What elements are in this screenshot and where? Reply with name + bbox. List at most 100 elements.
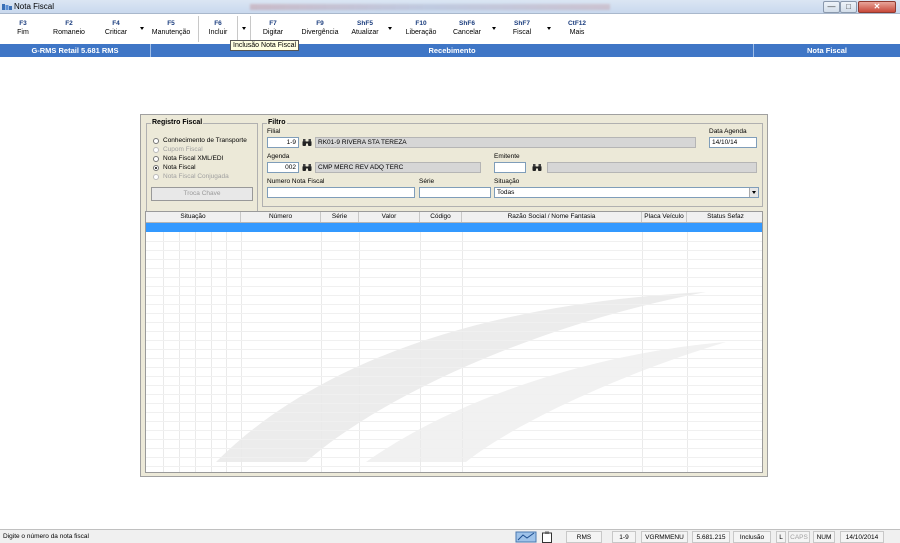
toolbar-button-manutencao[interactable]: F5 Manutenção [148, 19, 194, 38]
radio-cupom-fiscal[interactable]: Cupom Fiscal [153, 146, 203, 153]
column-header-numero[interactable]: Número [241, 212, 321, 222]
toolbar-button-liberacao[interactable]: F10 Liberação [402, 19, 440, 38]
radio-nota-fiscal-xml-edi[interactable]: Nota Fiscal XML/EDI [153, 155, 223, 162]
troca-chave-button[interactable]: Troca Chave [151, 187, 253, 201]
toolbar-button-digitar[interactable]: F7 Digitar [258, 19, 288, 38]
column-header-valor[interactable]: Valor [359, 212, 420, 222]
key-label: F10 [415, 20, 427, 27]
situacao-label: Situação [494, 178, 520, 185]
numero-nota-fiscal-label: Numero Nota Fiscal [267, 178, 325, 185]
data-agenda-label: Data Agenda [709, 128, 747, 135]
button-label: Criticar [104, 29, 128, 36]
agenda-code-input[interactable]: 002 [267, 162, 299, 173]
toolbar-button-romaneio[interactable]: F2 Romaneio [48, 19, 90, 38]
button-label: Fim [17, 29, 29, 36]
nota-fiscal-panel: Registro Fiscal Conhecimento de Transpor… [140, 114, 768, 477]
radio-icon [153, 173, 159, 180]
criticar-dropdown-icon[interactable] [140, 27, 144, 30]
screen-title: Nota Fiscal [806, 46, 847, 55]
key-label: ShF6 [459, 20, 475, 27]
toolbar-button-atualizar[interactable]: ShF5 Atualizar [348, 19, 382, 38]
window-title: Nota Fiscal [14, 2, 55, 11]
column-header-razao-social[interactable]: Razão Social / Nome Fantasia [462, 212, 642, 222]
column-header-codigo[interactable]: Código [420, 212, 462, 222]
grid-line [146, 286, 762, 287]
agenda-name-display: CMP MERC REV ADQ TERC [315, 162, 481, 173]
grid-line [146, 358, 762, 359]
status-date: 14/10/2014 [840, 531, 884, 543]
grid-line [146, 349, 762, 350]
watermark-swoosh [216, 292, 726, 462]
button-label: Liberação [405, 29, 437, 36]
data-agenda-input[interactable]: 14/10/14 [709, 137, 757, 148]
separator [250, 16, 251, 42]
registro-fiscal-group: Registro Fiscal Conhecimento de Transpor… [146, 119, 258, 216]
radio-label: Nota Fiscal [163, 164, 196, 171]
minimize-icon: — [827, 2, 836, 11]
incluir-dropdown-icon[interactable] [242, 27, 246, 30]
column-header-placa-veiculo[interactable]: Placa Veículo [642, 212, 687, 222]
toolbar-button-cancelar[interactable]: ShF6 Cancelar [450, 19, 484, 38]
clipboard-icon [542, 531, 552, 543]
toolbar-button-criticar[interactable]: F4 Criticar [101, 19, 131, 38]
numero-nota-fiscal-input[interactable] [267, 187, 415, 198]
column-header-situacao[interactable]: Situação [146, 212, 241, 222]
table-row-selected[interactable] [146, 223, 762, 232]
radio-nota-fiscal-conjugada[interactable]: Nota Fiscal Conjugada [153, 173, 229, 180]
toolbar-button-mais[interactable]: CtF12 Mais [562, 19, 592, 38]
key-label: F2 [65, 20, 73, 27]
grid-line [146, 304, 762, 305]
grid-line [146, 250, 762, 251]
grid-line [146, 268, 762, 269]
binoculars-search-icon[interactable] [302, 163, 312, 172]
binoculars-search-icon[interactable] [532, 163, 542, 172]
grid-line [146, 322, 762, 323]
radio-label: Cupom Fiscal [163, 146, 203, 153]
radio-conhecimento-transporte[interactable]: Conhecimento de Transporte [153, 137, 247, 144]
group-title: Filtro [267, 119, 287, 126]
situacao-select[interactable]: Todas [494, 187, 759, 198]
grid-line [146, 313, 762, 314]
chevron-down-icon[interactable] [749, 188, 758, 197]
key-label: F7 [269, 20, 277, 27]
key-label: F3 [19, 20, 27, 27]
filial-label: Filial [267, 128, 281, 135]
column-header-serie[interactable]: Série [321, 212, 359, 222]
maximize-button[interactable]: □ [840, 1, 857, 13]
minimize-button[interactable]: — [823, 1, 840, 13]
fiscal-dropdown-icon[interactable] [547, 27, 551, 30]
toolbar-button-fiscal[interactable]: ShF7 Fiscal [508, 19, 536, 38]
status-num: NUM [813, 531, 835, 543]
column-header-status-sefaz[interactable]: Status Sefaz [687, 212, 762, 222]
grid-line [146, 340, 762, 341]
situacao-selected-value: Todas [497, 189, 515, 196]
blurred-title-area [250, 4, 610, 10]
key-label: F9 [316, 20, 324, 27]
atualizar-dropdown-icon[interactable] [388, 27, 392, 30]
toolbar-button-incluir[interactable]: F6 Incluir [203, 19, 233, 38]
radio-nota-fiscal[interactable]: Nota Fiscal [153, 164, 196, 171]
key-label: ShF7 [514, 20, 530, 27]
key-label: F4 [112, 20, 120, 27]
close-button[interactable]: ✕ [858, 1, 896, 13]
grid-line [146, 466, 762, 467]
grid-line [146, 241, 762, 242]
emitente-code-input[interactable] [494, 162, 526, 173]
filial-code-input[interactable]: 1-9 [267, 137, 299, 148]
button-label: Manutenção [151, 29, 191, 36]
radio-icon [153, 155, 159, 162]
button-label: Mais [569, 29, 585, 36]
grid-line [146, 457, 762, 458]
binoculars-search-icon[interactable] [302, 138, 312, 147]
toolbar-button-fim[interactable]: F3 Fim [14, 19, 32, 38]
serie-label: Série [419, 178, 435, 185]
serie-input[interactable] [419, 187, 491, 198]
filtro-group: Filtro Filial 1-9 RK01-9 RIVERA STA TERE… [262, 119, 763, 207]
separator [237, 16, 238, 42]
title-bar: Nota Fiscal — □ ✕ [0, 0, 900, 14]
cancelar-dropdown-icon[interactable] [492, 27, 496, 30]
grid-line [146, 367, 762, 368]
toolbar-button-divergencia[interactable]: F9 Divergência [298, 19, 342, 38]
radio-icon [153, 146, 159, 153]
radio-icon [153, 137, 159, 144]
